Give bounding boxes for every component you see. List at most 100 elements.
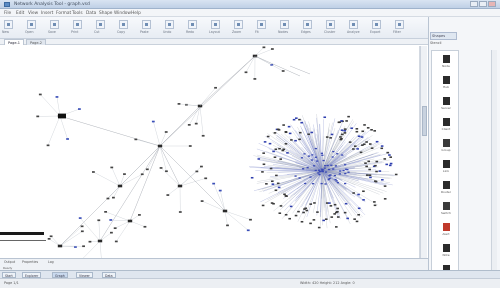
graph-node[interactable]: [324, 218, 328, 220]
graph-node[interactable]: [200, 165, 203, 168]
graph-node[interactable]: [97, 219, 101, 222]
graph-node[interactable]: [74, 246, 77, 248]
graph-node[interactable]: [276, 182, 280, 185]
toolbar-button-undo[interactable]: [165, 20, 174, 29]
graph-node[interactable]: [49, 235, 53, 238]
graph-node[interactable]: [348, 141, 352, 143]
graph-node[interactable]: [388, 164, 392, 167]
graph-node[interactable]: [261, 204, 265, 207]
graph-node[interactable]: [305, 209, 309, 212]
graph-node[interactable]: [303, 208, 306, 210]
graph-node[interactable]: [287, 125, 291, 128]
graph-node[interactable]: [295, 117, 298, 119]
graph-node[interactable]: [331, 156, 334, 158]
graph-node[interactable]: [316, 160, 319, 162]
graph-node[interactable]: [330, 133, 334, 136]
graph-node[interactable]: [277, 129, 281, 131]
toolbar-button-redo[interactable]: [188, 20, 197, 29]
graph-node[interactable]: [282, 148, 286, 151]
toolbar-button-nodes[interactable]: [280, 20, 289, 29]
graph-node[interactable]: [104, 211, 108, 213]
graph-node[interactable]: [324, 165, 327, 167]
graph-node[interactable]: [106, 197, 110, 200]
graph-node[interactable]: [373, 204, 377, 207]
graph-node[interactable]: [335, 226, 338, 228]
toolbar-button-open[interactable]: [27, 20, 36, 29]
graph-node[interactable]: [357, 135, 361, 138]
graph-node[interactable]: [330, 164, 333, 166]
graph-node[interactable]: [250, 176, 254, 179]
graph-node[interactable]: [383, 158, 387, 160]
graph-node[interactable]: [284, 143, 288, 145]
graph-node[interactable]: [343, 211, 347, 214]
graph-node[interactable]: [327, 168, 331, 171]
graph-node[interactable]: [244, 71, 248, 74]
graph-node[interactable]: [127, 219, 133, 223]
graph-node[interactable]: [335, 211, 338, 214]
menu-help[interactable]: Help: [131, 11, 141, 16]
graph-node[interactable]: [249, 218, 252, 221]
graph-node[interactable]: [368, 174, 372, 176]
graph-node[interactable]: [200, 200, 204, 202]
graph-node[interactable]: [261, 171, 264, 173]
tab-page-2[interactable]: Page-2: [26, 39, 46, 45]
shape-item-note[interactable]: Note: [436, 244, 456, 264]
graph-node[interactable]: [368, 168, 371, 171]
graph-node[interactable]: [336, 207, 339, 210]
toolbar-button-edges[interactable]: [303, 20, 312, 29]
graph-node[interactable]: [88, 240, 92, 243]
graph-node[interactable]: [365, 165, 368, 168]
graph-node[interactable]: [195, 170, 199, 173]
graph-node[interactable]: [332, 150, 335, 153]
graph-node[interactable]: [364, 162, 367, 164]
graph-node[interactable]: [310, 131, 313, 134]
graph-node[interactable]: [311, 154, 314, 156]
graph-node[interactable]: [328, 175, 331, 177]
graph-node[interactable]: [201, 134, 205, 137]
graph-node[interactable]: [263, 141, 267, 143]
graph-node[interactable]: [321, 154, 324, 156]
graph-node[interactable]: [286, 152, 289, 154]
scrollbar-thumb[interactable]: [422, 106, 427, 136]
shape-item-node[interactable]: Node: [436, 55, 456, 75]
graph-node[interactable]: [300, 121, 303, 124]
tab-properties[interactable]: Properties: [20, 260, 40, 265]
menu-shape[interactable]: Shape: [99, 11, 112, 16]
graph-node[interactable]: [389, 156, 393, 158]
graph-node[interactable]: [334, 178, 337, 181]
graph-node[interactable]: [370, 129, 373, 131]
toolbar-button-cluster[interactable]: [326, 20, 335, 29]
graph-node[interactable]: [344, 182, 347, 185]
graph-node[interactable]: [114, 240, 118, 243]
graph-node[interactable]: [166, 194, 170, 196]
graph-node[interactable]: [294, 175, 297, 177]
graph-node[interactable]: [366, 127, 370, 129]
panel-scrollbar[interactable]: [491, 50, 497, 286]
network-graph[interactable]: [0, 46, 420, 272]
minimize-button[interactable]: [470, 1, 478, 7]
graph-node[interactable]: [303, 153, 306, 155]
graph-node[interactable]: [380, 147, 384, 150]
graph-node[interactable]: [333, 203, 337, 206]
graph-node[interactable]: [357, 207, 361, 210]
shape-item-alert[interactable]: Alert: [436, 223, 456, 243]
menu-insert[interactable]: Insert: [41, 11, 53, 16]
graph-node[interactable]: [284, 213, 288, 216]
graph-node[interactable]: [328, 202, 331, 204]
graph-node[interactable]: [265, 183, 268, 185]
graph-node[interactable]: [288, 132, 292, 135]
toolbar-button-cut[interactable]: [96, 20, 105, 29]
menu-view[interactable]: View: [28, 11, 38, 16]
graph-node[interactable]: [307, 133, 310, 136]
graph-node[interactable]: [314, 169, 317, 172]
graph-node[interactable]: [352, 192, 355, 194]
graph-node[interactable]: [309, 222, 312, 225]
panel-header[interactable]: Shapes: [430, 32, 457, 40]
graph-node[interactable]: [164, 131, 168, 133]
graph-node[interactable]: [272, 150, 275, 153]
graph-node[interactable]: [298, 177, 301, 179]
graph-node[interactable]: [344, 164, 347, 166]
graph-node[interactable]: [145, 168, 149, 171]
graph-node[interactable]: [204, 177, 208, 180]
graph-node[interactable]: [340, 120, 343, 122]
